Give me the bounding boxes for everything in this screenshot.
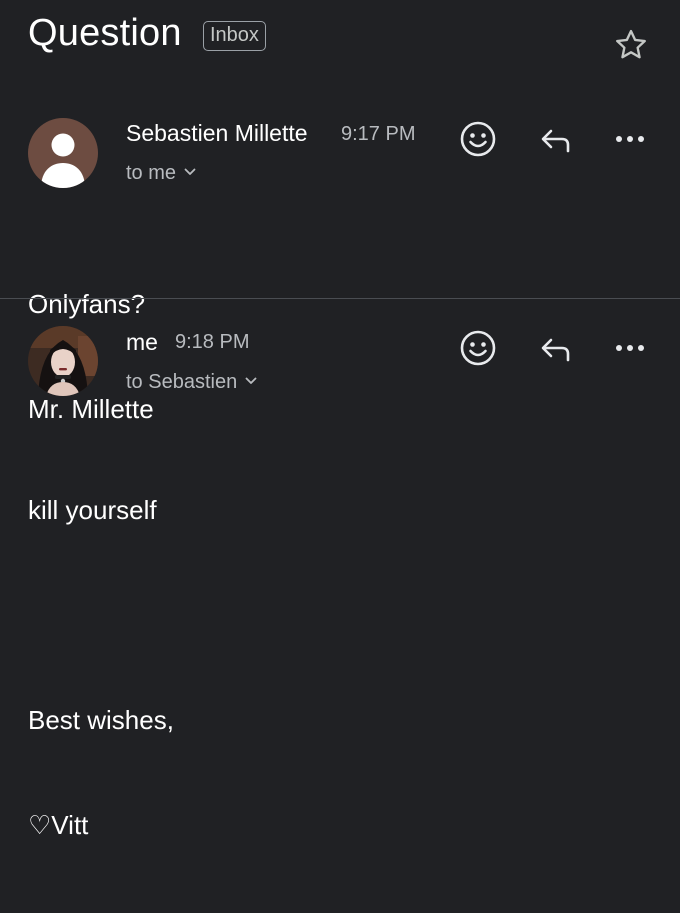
profile-photo: [28, 326, 98, 396]
emoji-reaction-icon: [460, 121, 496, 157]
body-line: Best wishes,: [28, 705, 174, 735]
more-options-button[interactable]: [610, 119, 650, 159]
star-icon: [616, 29, 646, 59]
chevron-down-icon: [245, 377, 257, 385]
recipient-dropdown[interactable]: to me: [126, 162, 196, 185]
avatar[interactable]: [28, 118, 98, 188]
emoji-reaction-icon: [460, 330, 496, 366]
body-line: kill yourself: [28, 495, 157, 525]
body-line: [28, 598, 174, 633]
more-options-button[interactable]: [610, 328, 650, 368]
reply-button[interactable]: [536, 328, 576, 368]
body-line: ♡Vitt: [28, 810, 89, 840]
emoji-reaction-button[interactable]: [458, 119, 498, 159]
emoji-reaction-button[interactable]: [458, 328, 498, 368]
recipient-label: to me: [126, 162, 177, 184]
more-options-icon: [616, 345, 644, 351]
avatar[interactable]: [28, 326, 98, 396]
body-line: Mr. Millette: [28, 394, 154, 424]
more-options-icon: [616, 136, 644, 142]
chevron-down-icon: [184, 168, 196, 176]
message-body: kill yourself Best wishes, ♡Vitt: [28, 423, 174, 913]
reply-icon: [541, 338, 570, 362]
reply-icon: [541, 129, 570, 153]
message-time: 9:17 PM: [341, 123, 416, 145]
reply-button[interactable]: [536, 119, 576, 159]
message-time: 9:18 PM: [175, 331, 250, 353]
inbox-label-badge[interactable]: Inbox: [203, 21, 266, 51]
body-line: Onlyfans?: [28, 289, 146, 319]
recipient-label: to Sebastien: [126, 371, 238, 393]
email-subject: Question: [28, 12, 182, 54]
message-divider: [0, 298, 680, 299]
sender-name: Sebastien Millette: [126, 120, 308, 146]
star-button[interactable]: [612, 26, 650, 64]
recipient-dropdown[interactable]: to Sebastien: [126, 371, 257, 394]
sender-name: me: [126, 329, 158, 355]
default-person-avatar: [28, 118, 98, 188]
